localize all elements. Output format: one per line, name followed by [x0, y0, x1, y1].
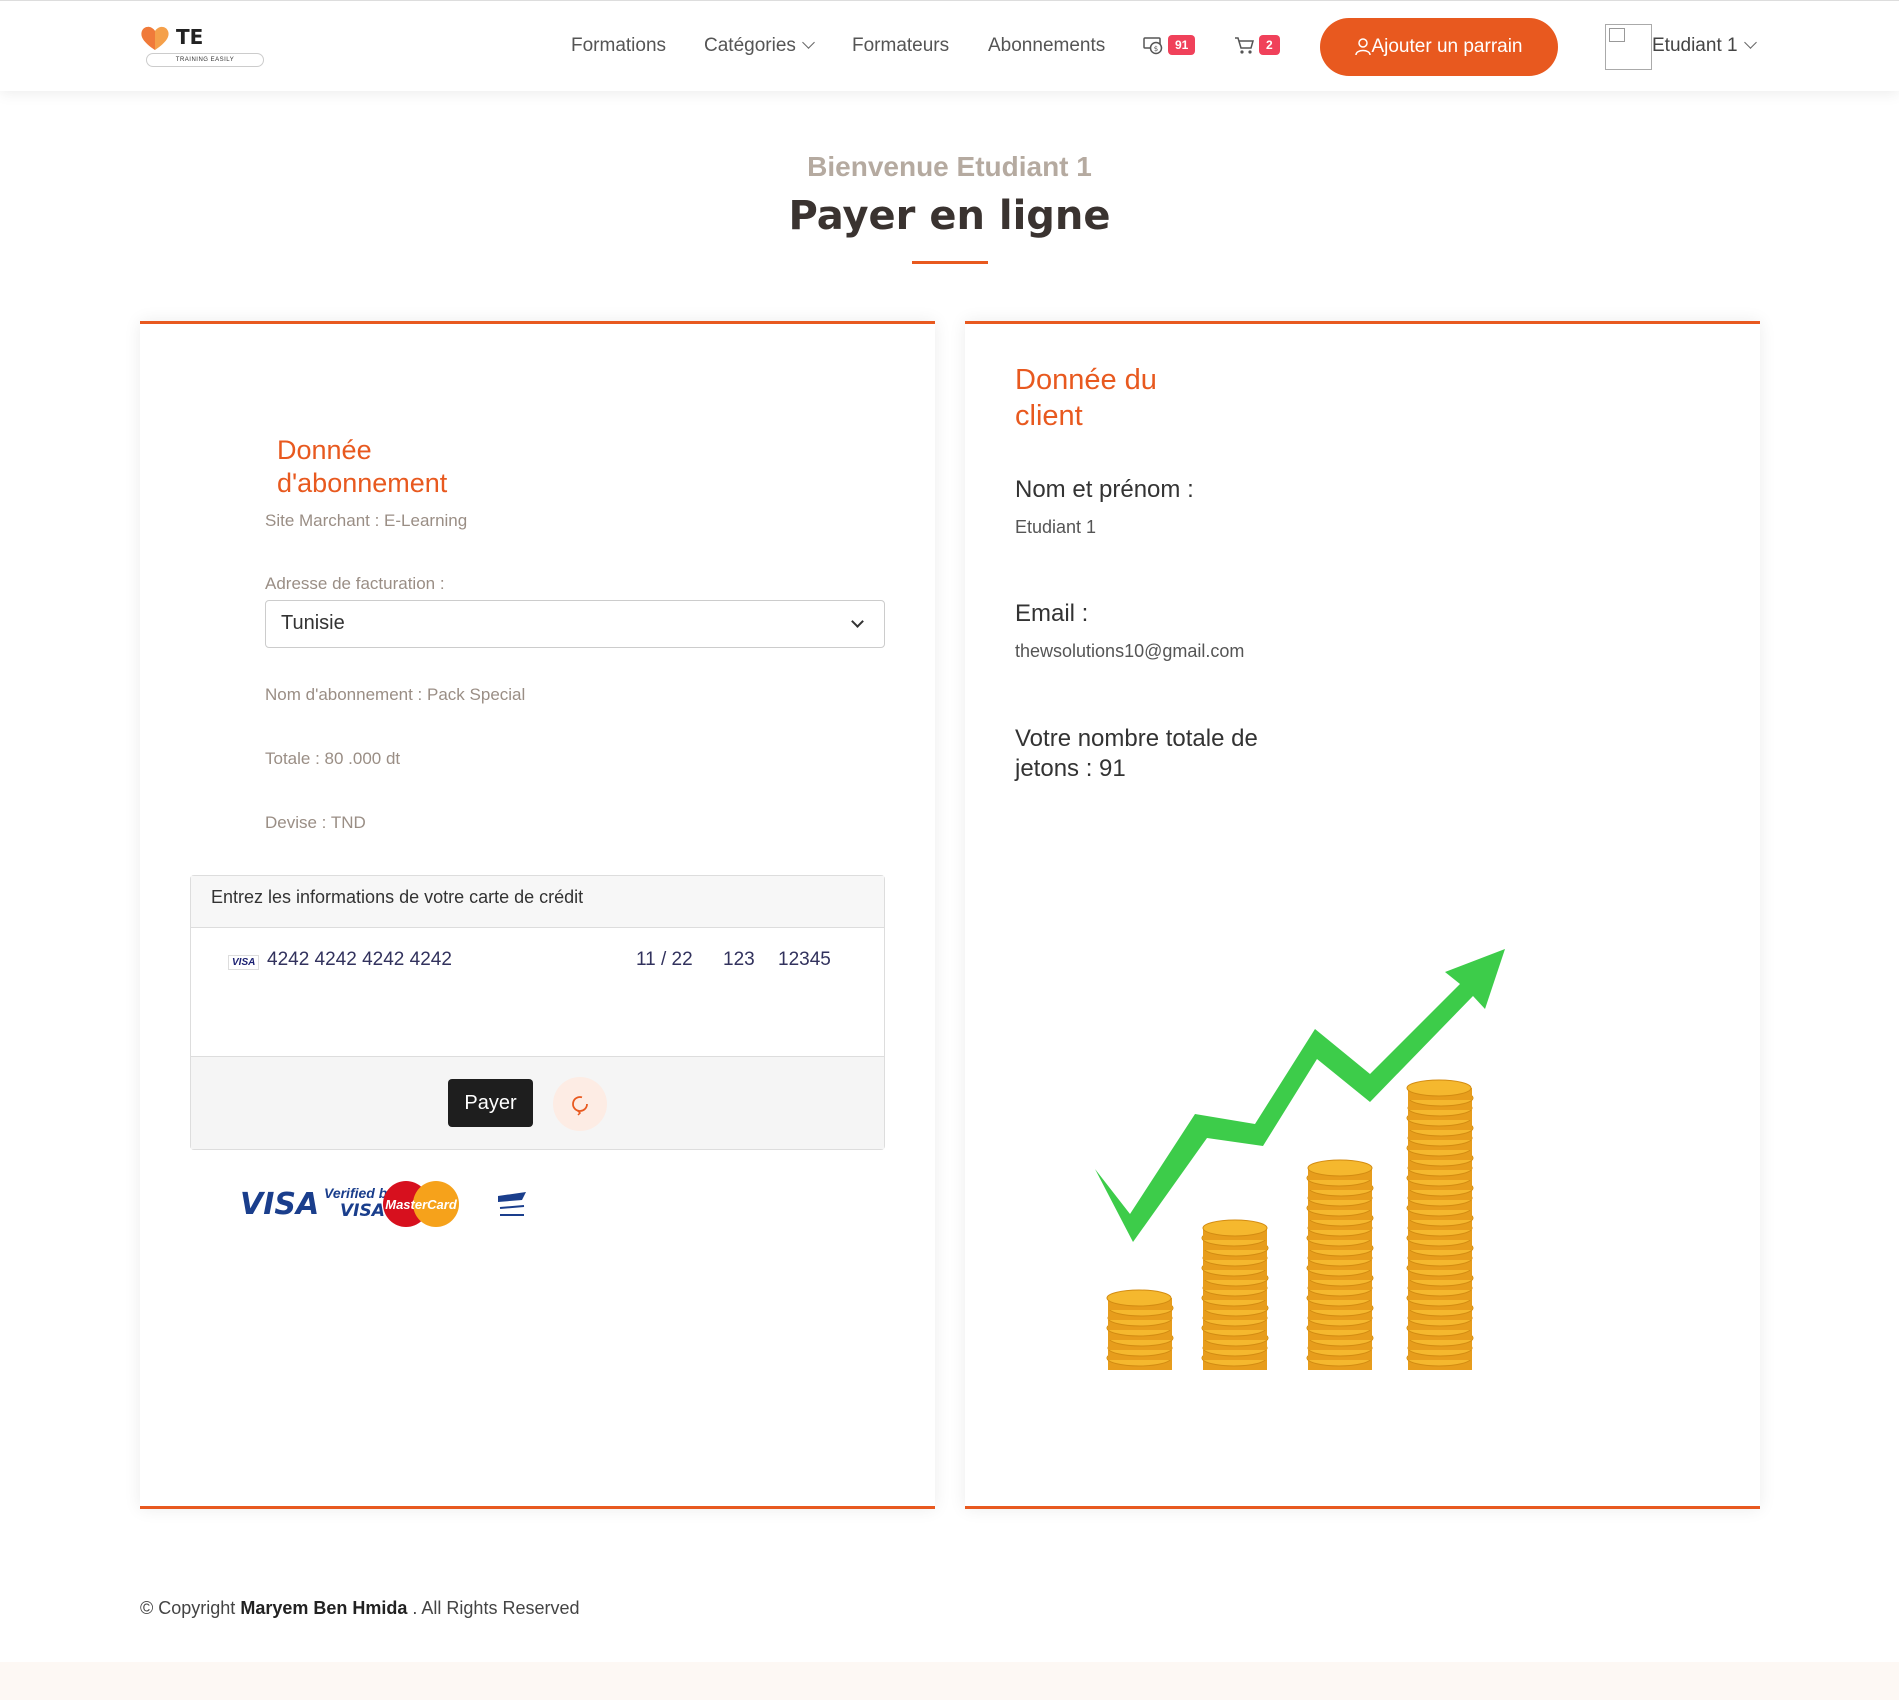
client-name-label: Nom et prénom :	[1015, 476, 1194, 503]
tokens-indicator[interactable]: $ 91	[1143, 35, 1196, 55]
card-form-header: Entrez les informations de votre carte d…	[191, 876, 884, 928]
nav-categories[interactable]: Catégories	[704, 35, 815, 57]
logo-tagline: TRAINING EASILY	[146, 53, 264, 67]
welcome-text: Bienvenue Etudiant 1	[807, 151, 1092, 182]
card-form-footer: Payer	[191, 1056, 884, 1149]
user-name-label: Etudiant 1	[1652, 35, 1738, 56]
pay-button[interactable]: Payer	[448, 1079, 533, 1127]
billing-label: Adresse de facturation :	[265, 574, 445, 593]
subscription-card: Donnée d'abonnement Site Marchant : E-Le…	[140, 321, 935, 1509]
client-email-value: thewsolutions10@gmail.com	[1015, 641, 1245, 661]
client-tokens: Votre nombre totale de jetons : 91	[1015, 724, 1258, 784]
subscription-heading-line1: Donnée	[277, 435, 372, 465]
money-icon: $	[1143, 37, 1163, 55]
payment-logos: VISA Verified by VISA MasterCard	[240, 1181, 526, 1227]
tokens-badge: 91	[1168, 35, 1196, 55]
card-zip-field[interactable]: 12345	[778, 949, 831, 971]
nav-formateurs[interactable]: Formateurs	[852, 35, 949, 57]
top-navbar: TE TRAINING EASILY Formations Catégories…	[0, 0, 1899, 91]
card-input-row[interactable]: VISA 4242 4242 4242 4242 11 / 22 123 123…	[191, 949, 884, 989]
svg-text:$: $	[1154, 45, 1158, 53]
client-heading-line1: Donnée du	[1015, 364, 1157, 396]
title-divider	[912, 261, 988, 264]
svg-text:MasterCard: MasterCard	[385, 1197, 458, 1212]
chevron-down-icon	[1743, 36, 1757, 49]
visa-logo-icon: VISA	[240, 1187, 319, 1222]
refresh-icon	[572, 1096, 588, 1116]
cart-icon	[1235, 37, 1254, 54]
verified-by-visa-brand: VISA	[340, 1201, 385, 1221]
card-number-field[interactable]: 4242 4242 4242 4242	[267, 949, 452, 971]
logo-text: TE	[176, 25, 204, 49]
plan-name: Nom d'abonnement : Pack Special	[265, 685, 526, 704]
refresh-button[interactable]	[553, 1077, 607, 1131]
nav-abonnements[interactable]: Abonnements	[988, 35, 1105, 57]
footer-strip	[0, 1662, 1899, 1700]
total-amount: Totale : 80 .000 dt	[265, 749, 401, 768]
subscription-heading: Donnée d'abonnement	[277, 434, 447, 500]
add-sponsor-button[interactable]: Ajouter un parrain	[1320, 18, 1558, 76]
client-email-label: Email :	[1015, 600, 1089, 627]
cart-badge: 2	[1259, 35, 1280, 55]
footer-copyright: © Copyright Maryem Ben Hmida . All Right…	[140, 1598, 579, 1619]
copyright-prefix: © Copyright	[140, 1598, 236, 1618]
client-heading-line2: client	[1015, 400, 1083, 432]
credit-card-form: Entrez les informations de votre carte d…	[190, 875, 885, 1150]
client-tokens-line1: Votre nombre totale de	[1015, 725, 1258, 752]
nav-categories-label: Catégories	[704, 35, 796, 56]
client-heading: Donnée du client	[1015, 362, 1157, 434]
card-cvc-field[interactable]: 123	[723, 949, 755, 971]
subscription-heading-line2: d'abonnement	[277, 468, 448, 498]
poste-tunisienne-logo-icon	[498, 1192, 526, 1216]
client-name-value: Etudiant 1	[1015, 517, 1097, 537]
copyright-author: Maryem Ben Hmida	[240, 1598, 408, 1618]
chevron-down-icon	[802, 36, 815, 49]
card-expiry-field[interactable]: 11 / 22	[636, 949, 693, 971]
merchant-text: Site Marchant : E-Learning	[265, 511, 468, 530]
billing-country-value: Tunisie	[281, 612, 345, 634]
page-title: Payer en ligne	[788, 193, 1111, 239]
copyright-suffix: . All Rights Reserved	[412, 1598, 580, 1618]
currency: Devise : TND	[265, 813, 366, 832]
user-icon	[1355, 38, 1372, 56]
coin-stack	[1201, 1219, 1269, 1370]
chevron-down-icon	[851, 615, 864, 628]
cart-indicator[interactable]: 2	[1234, 35, 1280, 55]
coin-growth-illustration	[1095, 949, 1505, 1370]
add-sponsor-label: Ajouter un parrain	[1371, 36, 1523, 57]
nav-formations[interactable]: Formations	[571, 35, 666, 57]
avatar[interactable]	[1605, 24, 1652, 70]
coin-stack	[1306, 1159, 1374, 1370]
site-logo[interactable]: TE TRAINING EASILY	[140, 23, 265, 69]
client-card: Donnée du client Nom et prénom : Etudian…	[965, 321, 1760, 1509]
mastercard-logo-icon: MasterCard	[383, 1181, 459, 1227]
coin-stack	[1106, 1289, 1174, 1370]
user-menu[interactable]: Etudiant 1	[1652, 35, 1757, 57]
client-tokens-line2: jetons : 91	[1015, 755, 1126, 782]
heart-logo-icon	[141, 26, 169, 50]
visa-card-icon: VISA	[228, 955, 260, 970]
coin-stack	[1406, 1079, 1474, 1370]
billing-country-select[interactable]: Tunisie	[265, 600, 885, 648]
